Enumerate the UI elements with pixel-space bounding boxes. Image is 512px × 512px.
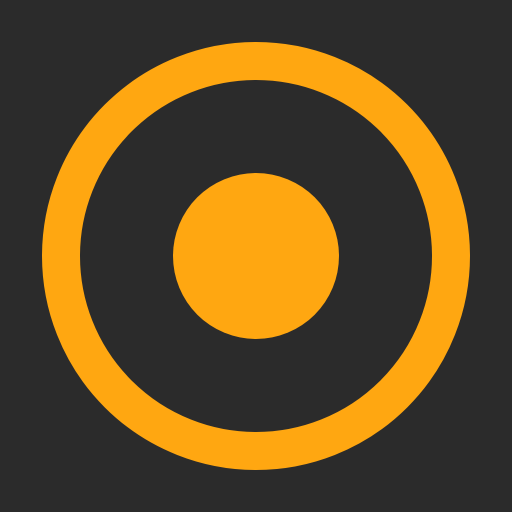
inner-dot <box>173 173 339 339</box>
record-icon <box>0 0 512 512</box>
